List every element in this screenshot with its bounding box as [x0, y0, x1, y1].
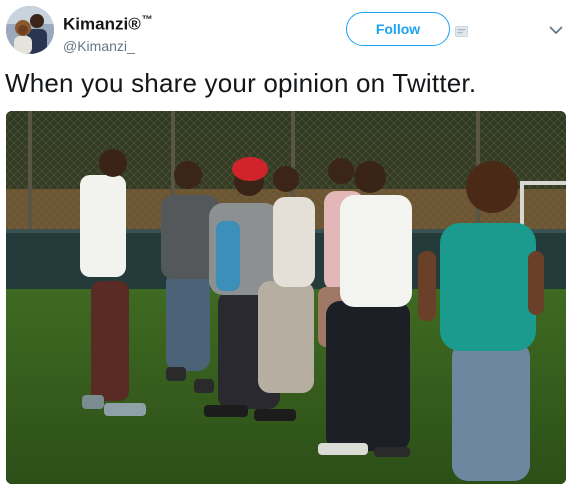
- user-handle[interactable]: @Kimanzi_: [63, 36, 153, 56]
- user-names: Kimanzi®™ @Kimanzi_: [63, 9, 153, 56]
- avatar[interactable]: [6, 6, 54, 54]
- trademark-mark: ™: [141, 14, 153, 26]
- photo-people-on-field: [6, 111, 566, 484]
- display-name-text: Kimanzi: [63, 14, 129, 34]
- follow-button[interactable]: Follow: [346, 12, 450, 46]
- display-name[interactable]: Kimanzi®™: [63, 9, 153, 36]
- card-icon: [455, 26, 468, 37]
- chevron-down-icon[interactable]: [548, 22, 564, 38]
- tweet-photo[interactable]: [6, 111, 566, 484]
- avatar-image: [6, 6, 54, 54]
- tweet-card: Kimanzi®™ @Kimanzi_ Follow When you shar…: [0, 0, 570, 492]
- tweet-text: When you share your opinion on Twitter.: [5, 68, 477, 98]
- registered-mark: ®: [128, 14, 141, 34]
